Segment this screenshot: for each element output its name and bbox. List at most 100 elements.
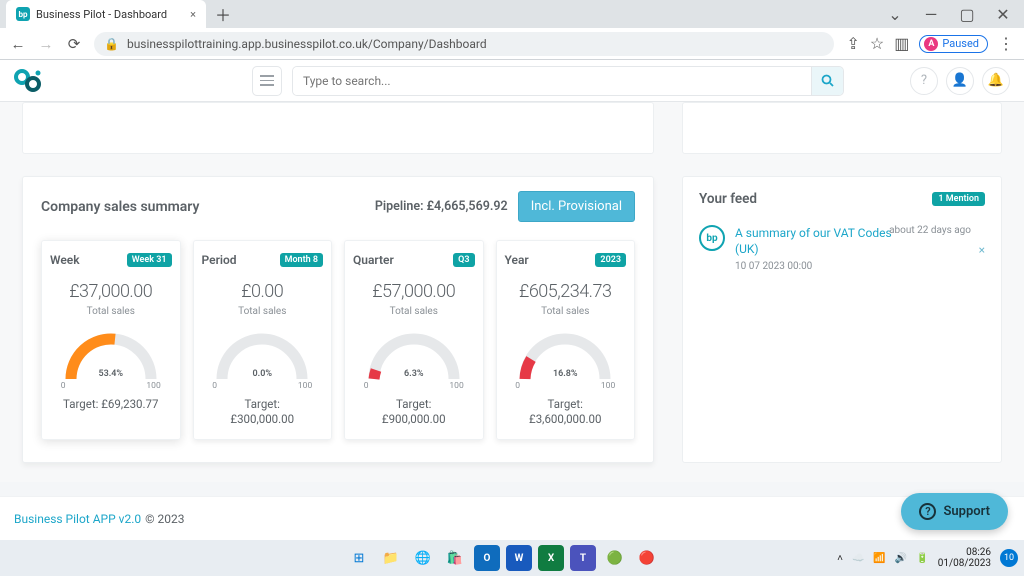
metric-target: Target: £69,230.77	[50, 397, 172, 412]
profile-paused-pill[interactable]: A Paused	[919, 35, 988, 53]
notifications-button[interactable]: 🔔	[982, 67, 1010, 95]
excel-icon[interactable]: X	[538, 545, 564, 571]
windows-taskbar: ⊞ 📁 🌐 🛍️ O W X T 🟢 🔴 ˄ ☁️ 📶 🔊 🔋 08:26 01…	[0, 540, 1024, 576]
feed-avatar-icon: bp	[699, 225, 725, 251]
footer-app-link[interactable]: Business Pilot APP v2.0	[14, 512, 141, 526]
metric-value: £0.00	[202, 281, 324, 302]
explorer-icon[interactable]: 📁	[378, 545, 404, 571]
gauge-week: 53.4%	[61, 329, 161, 383]
close-window-icon[interactable]: ✕	[994, 5, 1012, 24]
reload-icon[interactable]: ⟳	[66, 35, 82, 53]
teams-icon[interactable]: T	[570, 545, 596, 571]
metric-badge: 2023	[595, 253, 626, 267]
chrome-icon[interactable]: 🟢	[602, 545, 628, 571]
minimize-icon[interactable]: —	[922, 5, 940, 24]
search-input[interactable]	[293, 67, 811, 95]
metric-name: Quarter	[353, 253, 394, 267]
bookmark-icon[interactable]: ☆	[870, 34, 884, 53]
support-label: Support	[943, 504, 990, 519]
app-logo[interactable]	[14, 69, 42, 93]
support-button[interactable]: ? Support	[901, 493, 1008, 530]
start-icon[interactable]: ⊞	[346, 545, 372, 571]
company-sales-summary-card: Company sales summary Pipeline: £4,665,5…	[22, 176, 654, 463]
search-button[interactable]	[811, 67, 843, 95]
gauge-quarter: 6.3%	[364, 329, 464, 383]
metric-value: £37,000.00	[50, 281, 172, 302]
pipeline-text: Pipeline: £4,665,569.92	[375, 199, 508, 214]
metric-value: £57,000.00	[353, 281, 475, 302]
notification-count-badge[interactable]: 10	[1000, 549, 1018, 567]
metric-subtitle: Total sales	[353, 306, 475, 317]
outlook-icon[interactable]: O	[474, 545, 500, 571]
panel-placeholder-left	[22, 102, 654, 154]
reading-list-icon[interactable]: ▥	[894, 34, 909, 53]
gauge-percent: 16.8%	[515, 369, 615, 379]
footer-copyright: © 2023	[145, 512, 184, 526]
menu-toggle-button[interactable]	[252, 66, 282, 96]
user-button[interactable]: 👤	[946, 67, 974, 95]
page-footer: Business Pilot APP v2.0 © 2023	[0, 496, 1024, 540]
feed-title: Your feed	[699, 191, 757, 207]
feed-item-dismiss-icon[interactable]: ×	[979, 243, 985, 257]
address-bar[interactable]: 🔒 businesspilottraining.app.businesspilo…	[94, 32, 834, 56]
bp-logo-icon	[14, 69, 42, 93]
help-button[interactable]: ?	[910, 67, 938, 95]
summary-title: Company sales summary	[41, 199, 199, 215]
mention-badge: 1 Mention	[932, 192, 985, 206]
edge-icon[interactable]: 🌐	[410, 545, 436, 571]
tab-close-icon[interactable]: ×	[190, 8, 196, 21]
profile-avatar-icon: A	[924, 37, 938, 51]
metric-target: Target:£900,000.00	[353, 397, 475, 427]
question-icon: ?	[921, 73, 927, 88]
search-icon	[821, 74, 834, 87]
url-text: businesspilottraining.app.businesspilot.…	[127, 37, 487, 51]
chevron-down-icon[interactable]: ⌄	[886, 5, 904, 24]
taskbar-time: 08:26	[938, 547, 991, 559]
maximize-icon[interactable]: ▢	[958, 5, 976, 24]
gauge-period: 0.0%	[212, 329, 312, 383]
store-icon[interactable]: 🛍️	[442, 545, 468, 571]
metric-card-period: Period Month 8 £0.00 Total sales 0.0% 01…	[193, 240, 333, 440]
share-icon[interactable]: ⇪	[846, 34, 859, 53]
chrome-profile-icon[interactable]: 🔴	[634, 545, 660, 571]
tray-expand-icon[interactable]: ˄	[837, 553, 843, 564]
wifi-icon[interactable]: 📶	[873, 553, 885, 564]
gauge-year: 16.8%	[515, 329, 615, 383]
forward-icon[interactable]: →	[38, 35, 54, 53]
metric-subtitle: Total sales	[202, 306, 324, 317]
panel-placeholder-right	[682, 102, 1002, 154]
taskbar-clock[interactable]: 08:26 01/08/2023	[938, 547, 991, 570]
volume-icon[interactable]: 🔊	[895, 553, 907, 564]
metric-target: Target:£300,000.00	[202, 397, 324, 427]
browser-chrome: bp Business Pilot - Dashboard × ＋ ⌄ — ▢ …	[0, 0, 1024, 60]
incl-provisional-button[interactable]: Incl. Provisional	[518, 191, 635, 222]
word-icon[interactable]: W	[506, 545, 532, 571]
onedrive-icon[interactable]: ☁️	[852, 553, 864, 564]
battery-icon[interactable]: 🔋	[916, 553, 928, 564]
pipeline-value: £4,665,569.92	[427, 199, 508, 214]
tab-title: Business Pilot - Dashboard	[36, 8, 167, 21]
support-help-icon: ?	[919, 503, 936, 520]
pipeline-label: Pipeline:	[375, 199, 424, 214]
feed-item: bp A summary of our VAT Codes (UK) 10 07…	[699, 225, 985, 272]
new-tab-button[interactable]: ＋	[212, 3, 234, 25]
metric-card-quarter: Quarter Q3 £57,000.00 Total sales 6.3% 0…	[344, 240, 484, 440]
metric-badge: Month 8	[280, 253, 323, 267]
metric-subtitle: Total sales	[505, 306, 627, 317]
tab-favicon: bp	[16, 7, 30, 21]
metric-badge: Q3	[453, 253, 474, 267]
browser-tab[interactable]: bp Business Pilot - Dashboard ×	[6, 0, 206, 28]
gauge-percent: 0.0%	[212, 369, 312, 379]
metric-name: Period	[202, 253, 237, 267]
back-icon[interactable]: ←	[10, 35, 26, 53]
your-feed-card: Your feed 1 Mention bp A summary of our …	[682, 176, 1002, 463]
app-header: ? 👤 🔔	[0, 60, 1024, 102]
search-box[interactable]	[292, 66, 844, 96]
kebab-menu-icon[interactable]: ⋮	[998, 34, 1014, 53]
user-icon: 👤	[952, 73, 968, 88]
metric-card-year: Year 2023 £605,234.73 Total sales 16.8% …	[496, 240, 636, 440]
feed-item-date: 10 07 2023 00:00	[735, 261, 985, 272]
metric-target: Target:£3,600,000.00	[505, 397, 627, 427]
lock-icon: 🔒	[104, 37, 119, 51]
gauge-percent: 6.3%	[364, 369, 464, 379]
